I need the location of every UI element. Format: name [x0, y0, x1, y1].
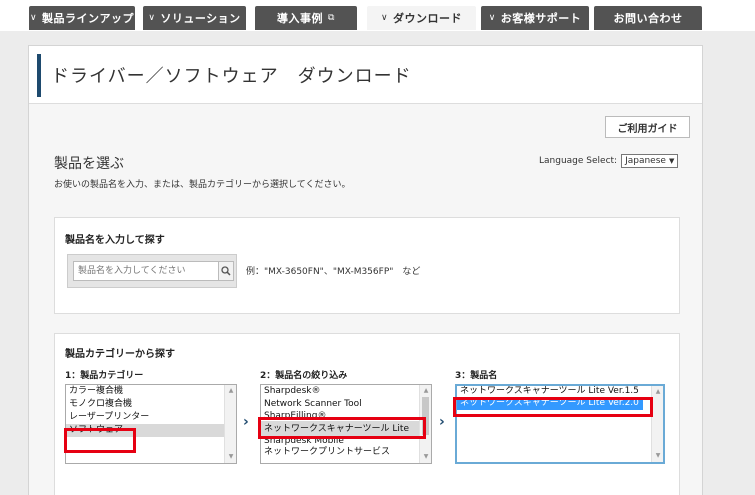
search-icon	[221, 266, 231, 276]
section-title: 製品を選ぶ	[54, 156, 124, 172]
language-select-group: Language Select: Japanese ▼	[539, 154, 679, 168]
product-listbox[interactable]: ネットワークスキャナーツール Lite Ver.1.5 ネットワークスキャナーツ…	[455, 384, 665, 464]
list-item[interactable]: レーザープリンター	[66, 411, 236, 424]
list-item[interactable]: ネットワークスキャナーツール Lite Ver.1.5	[457, 386, 663, 397]
chevron-right-icon: ›	[243, 414, 249, 430]
tab-label: お問い合わせ	[613, 12, 683, 25]
tab-label: ソリューション	[160, 12, 241, 25]
dropdown-triangle-icon: ▼	[668, 157, 675, 165]
list-item[interactable]: Sharpdesk Mobile	[261, 437, 431, 446]
list-item[interactable]: Sharpdesk®	[261, 385, 431, 398]
search-example: 例："MX-3650FN"、"MX-M356FP" など	[246, 267, 421, 277]
search-by-category-box: 製品カテゴリーから探す 1：製品カテゴリー カラー複合機 モノクロ複合機 レーザ…	[54, 333, 680, 495]
search-by-name-box: 製品名を入力して探す 例："MX-3650FN"、"MX-M356FP" など	[54, 217, 680, 314]
scrollbar[interactable]: ▲ ▼	[651, 386, 663, 462]
language-value: Japanese	[625, 156, 666, 166]
language-select[interactable]: Japanese ▼	[621, 154, 679, 168]
main-panel: ドライバー／ソフトウェア ダウンロード ご利用ガイド 製品を選ぶ お使いの製品名…	[28, 45, 703, 495]
product-column-label: 3：製品名	[455, 371, 498, 381]
list-item[interactable]: Network Scanner Tool	[261, 398, 431, 411]
product-filter-listbox[interactable]: Sharpdesk® Network Scanner Tool SharpEil…	[260, 384, 432, 464]
list-item-selected[interactable]: ネットワークスキャナーツール Lite	[261, 421, 431, 437]
scroll-up-icon[interactable]: ▲	[652, 386, 663, 398]
tab-label: ダウンロード	[393, 12, 463, 25]
category-listbox[interactable]: カラー複合機 モノクロ複合機 レーザープリンター ソフトウェア ▲ ▼	[65, 384, 237, 464]
chevron-right-icon: ›	[439, 414, 445, 430]
product-search-input[interactable]	[73, 261, 219, 281]
scroll-down-icon[interactable]: ▼	[420, 451, 431, 463]
tab-contact[interactable]: お問い合わせ	[594, 6, 702, 30]
list-item[interactable]: ネットワークプリントサービス	[261, 446, 431, 459]
tab-label: 製品ラインアップ	[42, 12, 135, 25]
scroll-down-icon[interactable]: ▼	[225, 451, 236, 463]
page-title: ドライバー／ソフトウェア ダウンロード	[51, 66, 412, 87]
tab-solutions[interactable]: ∨ ソリューション	[143, 6, 246, 30]
chevron-down-icon: ∨	[380, 13, 389, 23]
usage-guide-button[interactable]: ご利用ガイド	[605, 116, 690, 138]
list-item[interactable]: モノクロ複合機	[66, 398, 236, 411]
list-item[interactable]: SharpEilling®	[261, 411, 431, 421]
tab-download[interactable]: ∨ ダウンロード	[367, 6, 476, 30]
scrollbar[interactable]: ▲ ▼	[224, 385, 236, 463]
language-label: Language Select:	[539, 156, 618, 166]
scrollbar-thumb[interactable]	[422, 397, 429, 435]
chevron-down-icon: ∨	[488, 13, 496, 23]
chevron-down-icon: ∨	[148, 13, 156, 23]
search-button[interactable]	[219, 261, 234, 281]
tab-label: 導入事例	[277, 12, 324, 25]
scroll-up-icon[interactable]: ▲	[420, 385, 431, 397]
category-column-label: 1：製品カテゴリー	[65, 371, 144, 381]
title-bar: ドライバー／ソフトウェア ダウンロード	[29, 46, 702, 104]
tab-label: お客様サポート	[500, 12, 582, 25]
scroll-up-icon[interactable]: ▲	[225, 385, 236, 397]
scroll-down-icon[interactable]: ▼	[652, 450, 663, 462]
search-heading: 製品名を入力して探す	[65, 235, 165, 246]
external-window-icon: ⧉	[328, 13, 335, 23]
title-accent-bar	[37, 54, 41, 97]
tab-customer-support[interactable]: ∨ お客様サポート	[481, 6, 589, 30]
top-navigation: ∨ 製品ラインアップ ∨ ソリューション 導入事例 ⧉ ∨ ダウンロード ∨ お…	[0, 0, 755, 31]
chevron-down-icon: ∨	[29, 13, 38, 23]
category-heading: 製品カテゴリーから探す	[65, 349, 175, 360]
tab-case-studies[interactable]: 導入事例 ⧉	[255, 6, 357, 30]
narrow-column-label: 2：製品名の絞り込み	[260, 371, 348, 381]
list-item[interactable]: カラー複合機	[66, 385, 236, 398]
scrollbar[interactable]: ▲ ▼	[419, 385, 431, 463]
tab-product-lineup[interactable]: ∨ 製品ラインアップ	[29, 6, 135, 30]
list-item-selected[interactable]: ソフトウェア	[66, 424, 236, 437]
section-description: お使いの製品名を入力、または、製品カテゴリーから選択してください。	[54, 180, 351, 190]
list-item-selected[interactable]: ネットワークスキャナーツール Lite Ver.2.0	[457, 397, 643, 410]
search-wrapper	[67, 254, 237, 288]
